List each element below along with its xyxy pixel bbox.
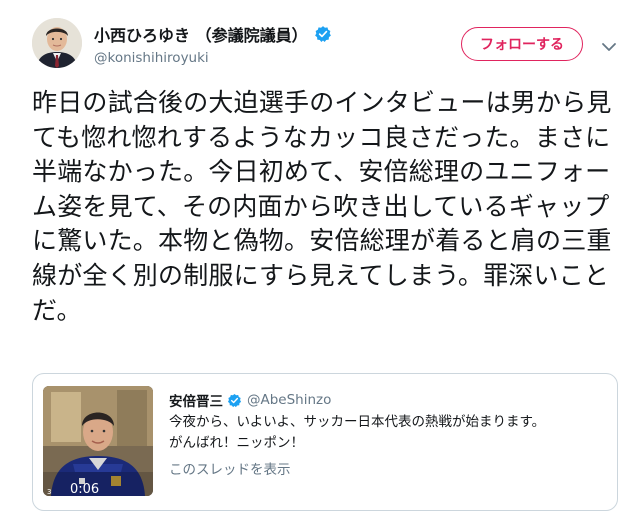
video-duration: 0:06: [70, 482, 100, 496]
author-name-row[interactable]: 小西ひろゆき （参議院議員）: [94, 22, 332, 46]
chevron-down-icon[interactable]: [601, 38, 617, 51]
media-badge: 3: [47, 488, 52, 496]
verified-badge-icon: [227, 393, 242, 408]
quoted-text-line: がんばれ！ニッポン！: [169, 435, 304, 451]
follow-button[interactable]: フォローする: [461, 27, 583, 61]
quoted-video-thumbnail[interactable]: 3 0:06: [43, 386, 153, 496]
quoted-tweet-text: 今夜から、いよいよ、サッカー日本代表の熱戦が始まります。 がんばれ！ニッポン！: [169, 412, 609, 454]
tweet-text: 昨日の試合後の大迫選手のインタビューは男から見ても惚れ惚れするようなカッコ良さだ…: [32, 88, 612, 325]
quoted-text-line: 今夜から、いよいよ、サッカー日本代表の熱戦が始まります。: [169, 414, 546, 430]
tweet-card: 小西ひろゆき （参議院議員） @konishihiroyuki フォローする 昨…: [0, 0, 637, 511]
quoted-author-row: 安倍晋三 @AbeShinzo: [169, 390, 331, 410]
author-name[interactable]: 小西ひろゆき （参議院議員）: [94, 22, 308, 46]
show-thread-link[interactable]: このスレッドを表示: [169, 458, 291, 478]
quoted-author-name: 安倍晋三: [169, 394, 223, 410]
quoted-author-handle: @AbeShinzo: [247, 392, 332, 408]
author-handle[interactable]: @konishihiroyuki: [94, 50, 209, 66]
author-avatar[interactable]: [32, 18, 82, 68]
quoted-tweet[interactable]: 3 0:06 安倍晋三 @AbeShinzo 今夜から、いよいよ、サッカー日本代…: [32, 373, 618, 511]
verified-badge-icon: [314, 25, 332, 43]
